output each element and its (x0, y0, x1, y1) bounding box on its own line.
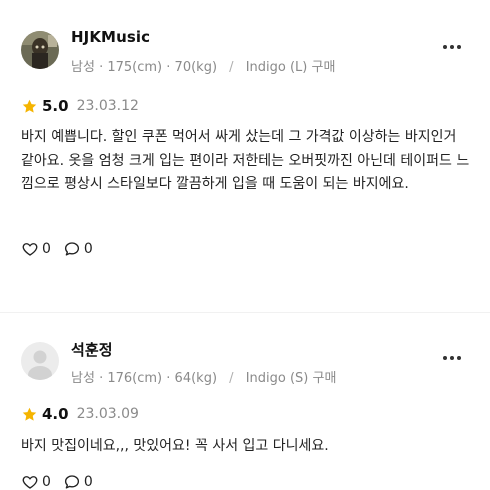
username[interactable]: HJKMusic (71, 28, 150, 46)
review-divider (0, 312, 490, 313)
rating-row: 5.0 23.03.12 (21, 97, 139, 115)
review-text: 바지 예쁩니다. 할인 쿠폰 먹어서 싸게 샀는데 그 가격값 이상하는 바지인… (21, 129, 470, 192)
purchase-option: Indigo (L) 구매 (245, 60, 336, 75)
more-options-icon[interactable] (443, 44, 461, 50)
gender: 남성 (71, 60, 95, 75)
weight: 70(kg) (174, 60, 218, 75)
username[interactable]: 석훈정 (71, 339, 113, 360)
comment-button[interactable]: 0 (63, 473, 93, 490)
like-button[interactable]: 0 (21, 473, 51, 490)
user-avatar[interactable] (21, 31, 59, 69)
meta-divider: / (229, 60, 234, 75)
review-actions: 0 0 (21, 473, 105, 490)
star-icon (22, 407, 37, 421)
height: 176(cm) (107, 371, 163, 386)
weight: 64(kg) (174, 371, 218, 386)
comment-icon (64, 242, 79, 256)
review-date: 23.03.12 (76, 98, 139, 114)
rating-score: 5.0 (42, 97, 69, 115)
rating-row: 4.0 23.03.09 (21, 405, 139, 423)
meta-dot: · (166, 371, 171, 386)
review-date: 23.03.09 (76, 406, 139, 422)
heart-icon (22, 476, 38, 489)
height: 175(cm) (107, 60, 163, 75)
user-meta: 남성 · 176(cm) · 64(kg) / Indigo (S) 구매 (71, 367, 336, 386)
like-count: 0 (42, 474, 51, 490)
rating-score: 4.0 (42, 405, 69, 423)
comment-icon (64, 475, 79, 489)
user-meta: 남성 · 175(cm) · 70(kg) / Indigo (L) 구매 (71, 56, 335, 75)
comment-button[interactable]: 0 (63, 240, 93, 258)
meta-dot: · (166, 60, 171, 75)
like-count: 0 (42, 241, 51, 257)
review-text: 바지 맛집이네요,,, 맛있어요! 꼭 사서 입고 다니세요. (21, 438, 329, 454)
default-avatar-icon (21, 342, 59, 380)
user-avatar[interactable] (21, 342, 59, 380)
more-options-icon[interactable] (443, 355, 461, 361)
meta-dot: · (99, 371, 104, 386)
star-icon (22, 99, 37, 113)
avatar-photo (21, 31, 59, 69)
comment-count: 0 (83, 241, 93, 257)
gender: 남성 (71, 371, 95, 386)
comment-count: 0 (83, 474, 93, 490)
like-button[interactable]: 0 (21, 240, 51, 258)
heart-icon (22, 243, 38, 256)
purchase-option: Indigo (S) 구매 (245, 371, 337, 386)
review-actions: 0 0 (21, 240, 105, 258)
meta-dot: · (99, 60, 104, 75)
meta-divider: / (229, 371, 234, 386)
